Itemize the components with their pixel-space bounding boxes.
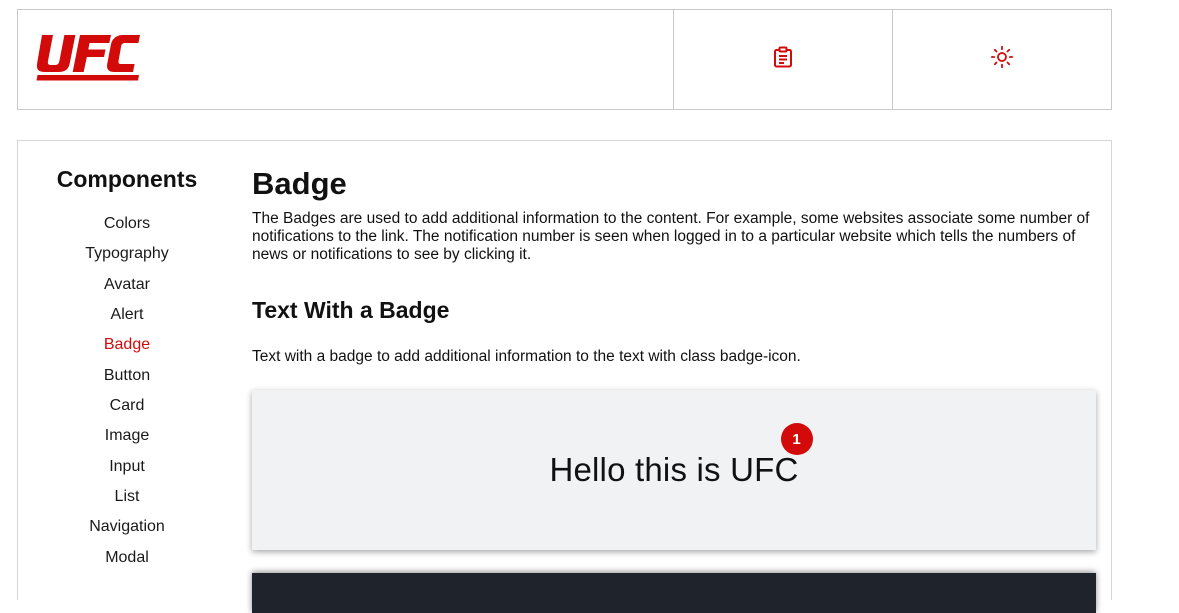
code-block <box>252 573 1096 613</box>
section-title: Text With a Badge <box>252 297 450 323</box>
text-with-badge: Hello this is UFC 1 <box>549 423 813 489</box>
sidebar-item-image[interactable]: Image <box>18 421 236 451</box>
badge-demo-box: Hello this is UFC 1 <box>252 390 1096 550</box>
sidebar-item-card[interactable]: Card <box>18 391 236 421</box>
page-title: Badge <box>252 166 347 201</box>
sidebar-nav-list: Colors Typography Avatar Alert Badge But… <box>18 209 236 573</box>
sidebar-item-colors[interactable]: Colors <box>18 209 236 239</box>
sidebar-item-modal[interactable]: Modal <box>18 543 236 573</box>
sidebar-item-badge[interactable]: Badge <box>18 330 236 360</box>
page-description: The Badges are used to add additional in… <box>252 210 1090 263</box>
demo-text: Hello this is UFC <box>549 451 799 488</box>
logo-area <box>18 10 673 109</box>
sidebar-title: Components <box>56 166 198 192</box>
section-description: Text with a badge to add additional info… <box>252 348 801 365</box>
main-panel: Components Colors Typography Avatar Aler… <box>17 140 1112 613</box>
top-header <box>17 9 1112 110</box>
notification-badge: 1 <box>780 423 813 455</box>
ufc-logo[interactable] <box>35 32 141 87</box>
sidebar-item-navigation[interactable]: Navigation <box>18 512 236 542</box>
theme-toggle-button[interactable] <box>892 10 1111 109</box>
sidebar-item-button[interactable]: Button <box>18 361 236 391</box>
sidebar-item-list[interactable]: List <box>18 482 236 512</box>
sun-icon <box>990 45 1014 74</box>
ufc-logo-graphic <box>36 35 140 81</box>
clipboard-button[interactable] <box>673 10 892 109</box>
sidebar-item-alert[interactable]: Alert <box>18 300 236 330</box>
sidebar-item-typography[interactable]: Typography <box>18 239 236 269</box>
clipboard-icon <box>773 46 793 73</box>
sidebar-item-input[interactable]: Input <box>18 452 236 482</box>
sidebar-item-avatar[interactable]: Avatar <box>18 270 236 300</box>
